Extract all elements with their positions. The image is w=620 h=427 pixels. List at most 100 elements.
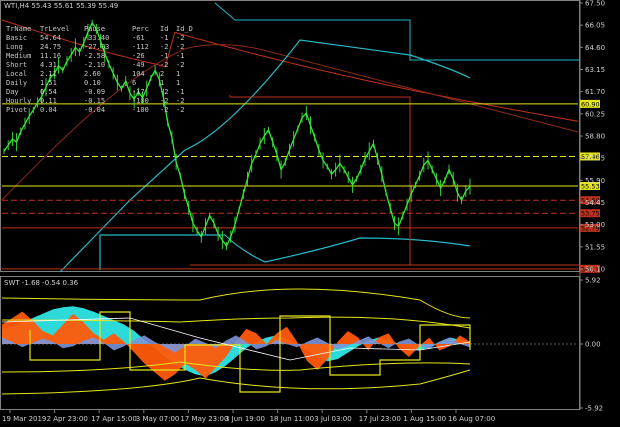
- info-table-cell: 104: [132, 70, 145, 78]
- time-tick-label: 3 Jul 03:00: [314, 415, 352, 423]
- info-table-header: TrName TrLevel Pause Perc Id Id_D: [6, 25, 193, 33]
- info-table: TrName TrLevel Pause Perc Id Id_D Basic 54.64 -3…: [6, 25, 193, 114]
- info-table-cell: -2: [176, 34, 184, 42]
- time-tick-label: 1 Aug 15:00: [403, 415, 446, 423]
- info-table-cell: 2.60: [84, 70, 101, 78]
- info-table-cell: -2: [160, 97, 168, 105]
- price-tick-label: 54.45: [585, 199, 605, 207]
- info-table-cell: Daily: [6, 79, 27, 87]
- info-table-cell: -2.10: [84, 61, 105, 69]
- info-table-header-cell: TrLevel: [40, 25, 70, 33]
- info-table-cell: Day: [6, 88, 19, 96]
- price-tick-label: 61.70: [585, 88, 605, 96]
- info-table-cell: -2: [176, 43, 184, 51]
- info-table-cell: -1: [160, 52, 168, 60]
- info-table-cell: Short: [6, 61, 27, 69]
- chart-window[interactable]: 60.9057.4655.5354.6053.7552.7950.11 67.5…: [0, 0, 620, 427]
- time-tick-label: 19 Mar 2019: [2, 415, 46, 423]
- info-table-cell: 1: [176, 70, 180, 78]
- price-tick-label: 51.55: [585, 243, 605, 251]
- price-tick-label: 63.15: [585, 66, 605, 74]
- info-table-row: Medium 11.16 -2.58 -26 -1 -1: [6, 52, 184, 60]
- info-table-header-cell: Perc: [132, 25, 149, 33]
- info-table-cell: Hourly: [6, 97, 31, 105]
- info-table-header-cell: Id: [160, 25, 168, 33]
- price-tick-label: 50.10: [585, 266, 605, 274]
- time-tick-label: 17 Jul 23:00: [359, 415, 401, 423]
- info-table-cell: -2.58: [84, 52, 105, 60]
- price-tick-label: 55.90: [585, 177, 605, 185]
- info-table-cell: 11.16: [40, 52, 61, 60]
- info-table-cell: -49: [132, 61, 145, 69]
- info-table-cell: -2: [160, 43, 168, 51]
- price-tick-label: 67.50: [585, 0, 605, 8]
- info-table-cell: -33.40: [84, 34, 109, 42]
- info-table-cell: 2.11: [40, 70, 57, 78]
- time-tick-label: 3 Jun 19:00: [225, 415, 265, 423]
- info-table-cell: -26: [132, 52, 145, 60]
- info-table-cell: 1: [176, 79, 180, 87]
- indicator-graphics: [1, 288, 578, 395]
- info-table-cell: 6: [132, 79, 136, 87]
- time-tick-label: 2 Apr 23:00: [47, 415, 88, 423]
- info-table-row: Long 24.75 -27.63 -112 -2 -2: [6, 43, 184, 51]
- info-table-cell: -0.15: [84, 97, 105, 105]
- info-table-cell: Long: [6, 43, 23, 51]
- indicator-tick-label: -5.92: [585, 405, 603, 413]
- time-tick-label: 18 Jun 11:00: [270, 415, 314, 423]
- info-table-cell: 0.10: [84, 79, 101, 87]
- info-table-cell: Pivot: [6, 106, 27, 114]
- info-table-cell: -61: [132, 34, 145, 42]
- time-tick-label: 16 Aug 07:00: [448, 415, 495, 423]
- info-table-cell: 0.04: [40, 106, 57, 114]
- time-tick-label: 3 May 07:00: [136, 415, 180, 423]
- info-table-cell: -1: [176, 88, 184, 96]
- info-table-header-cell: Pause: [84, 25, 105, 33]
- price-line: [3, 21, 471, 248]
- info-table-header-cell: Id_D: [176, 25, 193, 33]
- info-table-cell: Local: [6, 70, 27, 78]
- info-table-cell: -0.04: [84, 106, 105, 114]
- info-table-cell: -0.09: [84, 88, 105, 96]
- info-table-cell: 1.51: [40, 79, 57, 87]
- info-table-cell: Medium: [6, 52, 31, 60]
- info-table-cell: 1: [160, 79, 164, 87]
- time-tick-label: 17 Apr 15:00: [91, 415, 137, 423]
- info-table-cell: -1: [160, 34, 168, 42]
- info-table-cell: 0.54: [40, 88, 57, 96]
- indicator-envelope-lower: [1, 369, 471, 395]
- indicator-tick-label: 0.00: [585, 341, 601, 349]
- time-tick-label: 17 May 23:00: [180, 415, 228, 423]
- main-chart-title: WTI,H4 55.43 55.61 55.39 55.49: [4, 2, 118, 10]
- info-table-cell: -100: [132, 97, 149, 105]
- info-table-cell: 4.31: [40, 61, 57, 69]
- info-table-cell: -100: [132, 106, 149, 114]
- info-table-cell: -17: [132, 88, 145, 96]
- info-table-cell: -2: [160, 88, 168, 96]
- info-table-cell: -2: [160, 61, 168, 69]
- level-tag-label: 60.90: [581, 100, 600, 108]
- indicator-envelope-inner-lower: [1, 361, 471, 373]
- price-tick-label: 53.00: [585, 221, 605, 229]
- info-table-header-cell: TrName: [6, 25, 31, 33]
- info-table-cell: -2: [160, 106, 168, 114]
- price-tick-label: 58.80: [585, 133, 605, 141]
- price-tick-label: 57.35: [585, 155, 605, 163]
- info-table-cell: Basic: [6, 34, 27, 42]
- info-table-cell: -1: [176, 52, 184, 60]
- info-table-cell: 2: [160, 70, 164, 78]
- price-tick-label: 64.60: [585, 44, 605, 52]
- info-table-row: Daily 1.51 0.10 6 1 1: [6, 79, 180, 87]
- info-table-cell: -2: [176, 97, 184, 105]
- price-tick-label: 60.25: [585, 110, 605, 118]
- info-table-row: Basic 54.64 -33.40 -61 -1 -2: [6, 34, 184, 42]
- info-table-cell: 24.75: [40, 43, 61, 51]
- info-table-cell: -2: [176, 106, 184, 114]
- info-table-cell: 54.64: [40, 34, 61, 42]
- info-table-cell: 0.11: [40, 97, 57, 105]
- indicator-title: SWT -1.68 -0.54 0.36: [4, 279, 79, 287]
- info-table-cell: -27.63: [84, 43, 109, 51]
- indicator-tick-label: 5.92: [585, 277, 601, 285]
- info-table-row: Day 0.54 -0.09 -17 -2 -1: [6, 88, 184, 96]
- price-tick-label: 66.05: [585, 22, 605, 30]
